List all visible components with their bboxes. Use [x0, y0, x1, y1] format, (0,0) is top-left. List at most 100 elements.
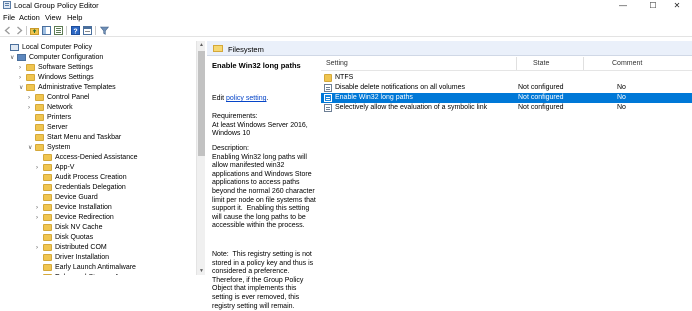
tree-item-label: Windows Settings	[38, 74, 94, 81]
tree-scrollbar[interactable]: ▲ ▼	[196, 41, 205, 275]
group-policy-app-icon	[3, 1, 11, 9]
selected-setting-title: Enable Win32 long paths	[212, 61, 301, 70]
folder-icon	[43, 234, 52, 241]
header-separator	[321, 70, 692, 71]
help-icon[interactable]: ?	[71, 26, 80, 35]
computer-policy-icon	[10, 44, 19, 51]
tree-item-label: Driver Installation	[55, 254, 110, 261]
cell-comment: No	[617, 84, 626, 91]
setting-icon	[324, 94, 332, 102]
edit-suffix: .	[266, 95, 269, 102]
tree-item-label: Computer Configuration	[29, 54, 104, 61]
folder-icon	[43, 244, 52, 251]
tree-item-label: Access-Denied Assistance	[55, 154, 138, 161]
policy-setting-link[interactable]: policy setting	[226, 95, 266, 102]
folder-icon	[324, 74, 332, 82]
cell-state: Not configured	[518, 104, 564, 111]
cell-state: Not configured	[518, 94, 564, 101]
back-icon[interactable]	[3, 26, 12, 35]
expand-arrow-icon[interactable]: ›	[36, 163, 42, 173]
forward-icon[interactable]	[15, 26, 24, 35]
folder-icon	[43, 204, 52, 211]
requirements-text: Requirements: At least Windows Server 20…	[212, 113, 308, 138]
setting-row[interactable]: Selectively allow the evaluation of a sy…	[321, 103, 692, 113]
folder-icon	[35, 144, 44, 151]
setting-row[interactable]: Disable delete notifications on all volu…	[321, 83, 692, 93]
description-text: Description: Enabling Win32 long paths w…	[212, 145, 316, 230]
title-bar: Local Group Policy Editor — ☐ ✕	[0, 0, 692, 11]
cell-comment: No	[617, 94, 626, 101]
folder-icon	[35, 134, 44, 141]
setting-icon	[324, 104, 332, 112]
cell-comment: No	[617, 104, 626, 111]
folder-icon	[26, 84, 35, 91]
tree-item-label: Printers	[47, 114, 72, 121]
tree-item-label: Device Redirection	[55, 214, 114, 221]
properties-icon[interactable]	[83, 26, 92, 35]
tree-item-label: Control Panel	[47, 94, 90, 101]
expand-arrow-icon[interactable]: ›	[36, 243, 42, 253]
expand-arrow-icon[interactable]: ›	[19, 73, 25, 83]
export-list-icon[interactable]	[54, 26, 63, 35]
tree-item-label: System	[47, 144, 71, 151]
toolbar-separator	[66, 26, 67, 35]
expand-arrow-icon[interactable]: ›	[28, 103, 34, 113]
folder-icon	[43, 154, 52, 161]
collapse-arrow-icon[interactable]: ∨	[19, 83, 25, 93]
scroll-up-arrow[interactable]: ▲	[197, 41, 206, 49]
setting-row[interactable]: Enable Win32 long paths Not configured No	[321, 93, 692, 103]
tree-item-label: Start Menu and Taskbar	[47, 134, 122, 141]
expand-arrow-icon[interactable]: ›	[36, 203, 42, 213]
column-divider[interactable]	[516, 57, 517, 70]
menu-file[interactable]: File	[3, 13, 15, 22]
folder-icon	[43, 174, 52, 181]
column-header-state[interactable]: State	[533, 60, 549, 67]
show-hide-tree-icon[interactable]	[42, 26, 51, 35]
tree-item-label: App-V	[55, 164, 75, 171]
console-tree: Local Computer Policy ∨ Computer Configura…	[0, 41, 205, 275]
menu-help[interactable]: Help	[67, 13, 82, 22]
toolbar-separator	[26, 26, 27, 35]
folder-icon	[26, 74, 35, 81]
column-divider[interactable]	[583, 57, 584, 70]
folder-icon	[43, 224, 52, 231]
folder-icon	[43, 164, 52, 171]
scroll-down-arrow[interactable]: ▼	[197, 267, 206, 275]
folder-icon	[43, 214, 52, 221]
settings-list: Setting State Comment NTFS Disable delete…	[321, 55, 692, 275]
setting-row[interactable]: NTFS	[321, 73, 692, 83]
menu-bar: File Action View Help	[0, 12, 692, 22]
folder-icon	[43, 184, 52, 191]
cell-setting: Disable delete notifications on all volu…	[335, 84, 465, 91]
scroll-thumb[interactable]	[198, 51, 205, 156]
folder-icon	[213, 45, 223, 52]
collapse-arrow-icon[interactable]: ∨	[10, 53, 16, 63]
folder-icon	[43, 254, 52, 261]
toolbar: ?	[0, 24, 692, 37]
column-header-setting[interactable]: Setting	[326, 60, 348, 67]
tree-item-label: Distributed COM	[55, 244, 107, 251]
menu-action[interactable]: Action	[19, 13, 40, 22]
minimize-button[interactable]: —	[608, 0, 638, 11]
expand-arrow-icon[interactable]: ›	[36, 213, 42, 223]
cell-setting: Enable Win32 long paths	[335, 94, 413, 101]
cell-state: Not configured	[518, 84, 564, 91]
folder-up-icon[interactable]	[30, 26, 39, 35]
expand-arrow-icon[interactable]: ›	[28, 93, 34, 103]
column-header-comment[interactable]: Comment	[612, 60, 642, 67]
cell-setting: Selectively allow the evaluation of a sy…	[335, 104, 488, 111]
tree-item-label: Software Settings	[38, 64, 93, 71]
menu-view[interactable]: View	[45, 13, 61, 22]
expand-arrow-icon[interactable]: ›	[19, 63, 25, 73]
folder-icon	[35, 104, 44, 111]
edit-policy-line: Edit policy setting.	[212, 95, 268, 102]
setting-icon	[324, 84, 332, 92]
tree-item-label: Audit Process Creation	[55, 174, 127, 181]
note-text: Note: This registry setting is not store…	[212, 251, 316, 310]
close-button[interactable]: ✕	[662, 0, 692, 11]
computer-icon	[17, 54, 26, 61]
filter-icon[interactable]	[100, 26, 109, 35]
current-folder-title: Filesystem	[228, 45, 264, 54]
collapse-arrow-icon[interactable]: ∨	[28, 143, 34, 153]
details-header: Filesystem	[207, 41, 692, 56]
